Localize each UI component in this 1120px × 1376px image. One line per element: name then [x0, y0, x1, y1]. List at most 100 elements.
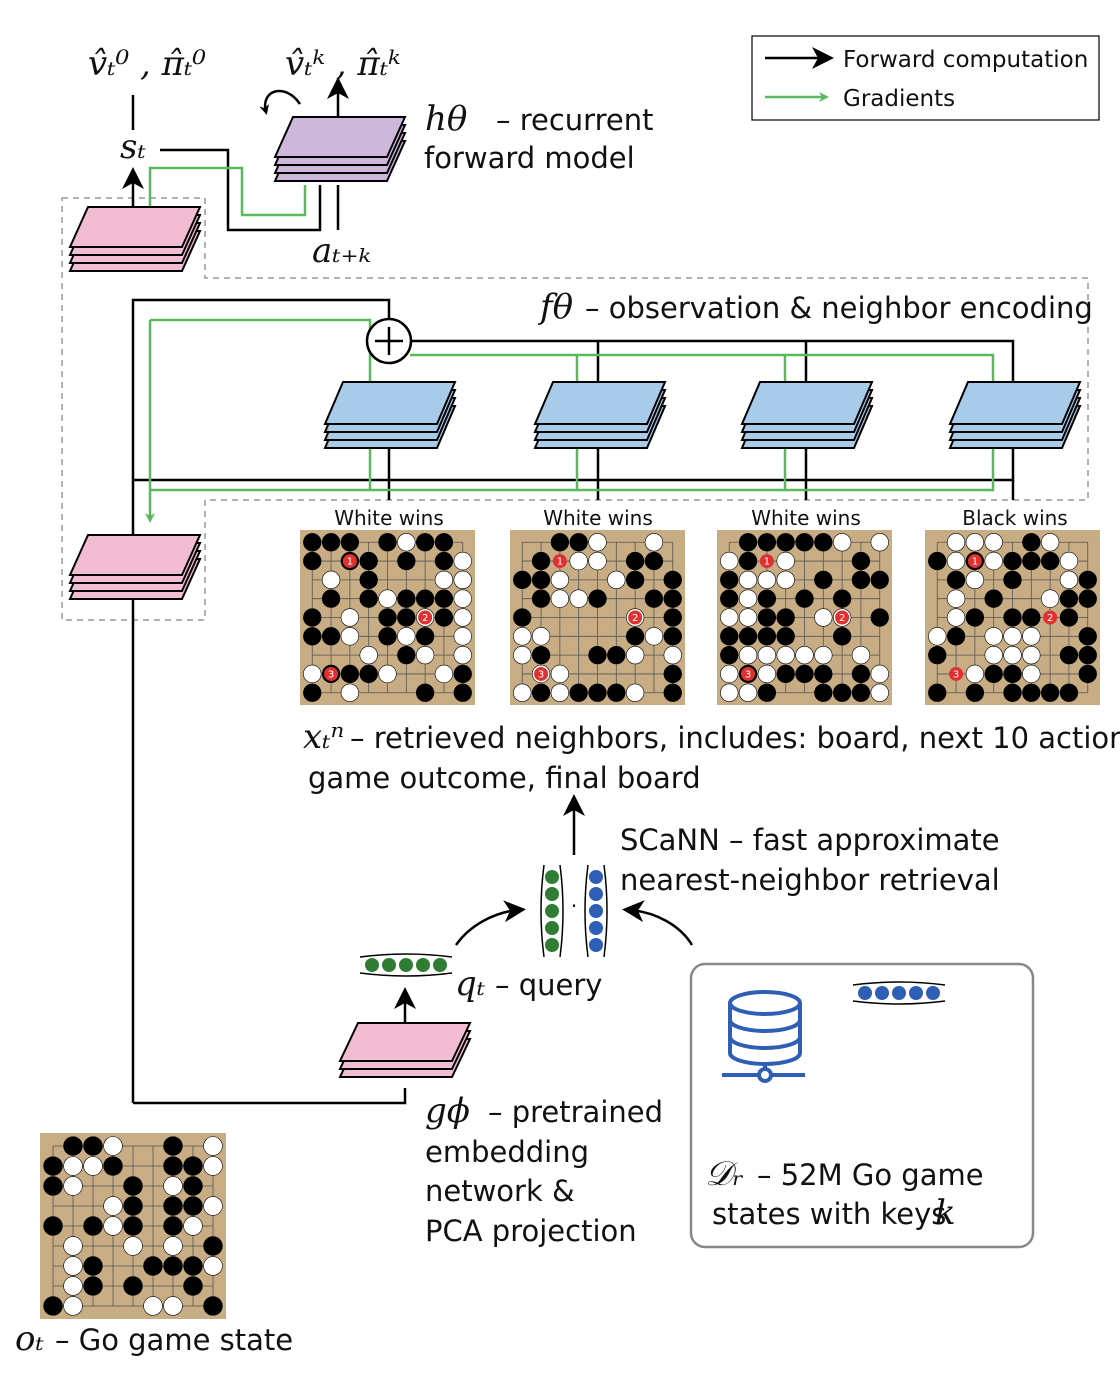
white-stone	[965, 570, 985, 590]
legend-forward-label: Forward computation	[843, 47, 1088, 73]
move-marker-number: 2	[422, 613, 428, 624]
white-stone	[163, 1176, 183, 1196]
white-stone	[513, 683, 532, 702]
state-stack-bottom	[68, 534, 202, 600]
black-stone	[757, 589, 777, 608]
black-stone	[832, 589, 852, 608]
black-stone	[663, 627, 682, 646]
layer	[68, 534, 202, 576]
black-stone	[720, 589, 739, 608]
white-stone	[183, 1216, 203, 1236]
black-stone	[434, 589, 454, 608]
white-stone	[340, 627, 360, 646]
white-stone	[103, 1196, 123, 1216]
black-stone	[1059, 683, 1079, 702]
neighbor-bottom-wire	[133, 445, 1015, 482]
black-stone	[163, 1136, 183, 1156]
white-stone	[453, 589, 472, 608]
black-stone	[757, 683, 777, 702]
recurrent-model-line1: – recurrent	[496, 103, 653, 137]
bracket	[603, 864, 608, 958]
black-stone	[588, 589, 607, 608]
layer	[323, 381, 457, 425]
black-stone	[163, 1256, 183, 1276]
black-stone	[163, 1156, 183, 1176]
black-stone	[795, 589, 814, 608]
white-stone	[63, 1236, 83, 1256]
black-stone	[607, 683, 626, 702]
black-stone	[625, 627, 645, 646]
black-stone	[123, 1196, 143, 1216]
layer	[948, 381, 1082, 425]
embedding-line3: network &	[425, 1174, 575, 1208]
neighbor-board-3: 1 2 3	[717, 530, 892, 705]
black-stone	[1022, 551, 1041, 571]
black-stone	[928, 683, 947, 702]
white-stone	[203, 1196, 223, 1216]
black-stone	[303, 551, 322, 571]
g-phi-symbol: gϕ	[425, 1091, 470, 1131]
black-stone	[851, 551, 871, 571]
white-stone	[83, 1156, 103, 1176]
layer	[68, 206, 202, 248]
layer	[273, 116, 407, 158]
white-stone	[738, 683, 758, 702]
vector-element	[589, 921, 603, 935]
query-symbol: qₜ	[455, 964, 486, 1004]
move-marker-number: 2	[632, 613, 638, 624]
black-stone	[832, 683, 852, 702]
black-stone	[1059, 645, 1079, 665]
black-stone	[1040, 683, 1060, 702]
vector-element	[545, 887, 559, 901]
neighbor-board-1: 1 2 3	[300, 530, 475, 705]
h-theta-symbol: hθ	[425, 99, 467, 139]
white-stone	[776, 570, 795, 590]
white-stone	[434, 570, 454, 590]
white-stone	[832, 533, 852, 552]
black-stone	[663, 683, 682, 702]
black-stone	[550, 533, 570, 552]
black-stone	[851, 683, 871, 702]
black-stone	[163, 1196, 183, 1216]
white-stone	[984, 551, 1003, 571]
black-stone	[397, 589, 416, 608]
white-stone	[946, 608, 966, 627]
black-stone	[776, 627, 795, 646]
black-stone	[795, 664, 814, 684]
database-line1: – 52M Go game	[757, 1158, 984, 1192]
move-marker-number: 3	[745, 669, 751, 680]
black-stone	[103, 1156, 123, 1176]
white-stone	[663, 645, 682, 665]
white-stone	[1022, 664, 1041, 684]
black-stone	[814, 664, 833, 684]
observation-board	[40, 1133, 226, 1319]
black-stone	[531, 570, 551, 590]
dot-operator: ·	[571, 894, 577, 918]
white-stone	[63, 1176, 83, 1196]
query-vector-scann	[540, 864, 564, 958]
black-stone	[569, 533, 588, 552]
key-symbol: k	[935, 1193, 956, 1233]
white-stone	[870, 683, 889, 702]
white-stone	[795, 645, 814, 665]
black-stone	[1022, 683, 1041, 702]
white-stone	[163, 1236, 183, 1256]
black-stone	[1078, 664, 1097, 684]
white-stone	[434, 664, 454, 684]
black-stone	[303, 627, 322, 646]
black-stone	[588, 683, 607, 702]
black-stone	[1003, 551, 1022, 571]
white-stone	[757, 664, 777, 684]
black-stone	[123, 1276, 143, 1296]
black-stone	[738, 533, 758, 552]
white-stone	[984, 627, 1003, 646]
neighbors-caption-line1: – retrieved neighbors, includes: board, …	[350, 721, 1120, 755]
black-stone	[123, 1216, 143, 1236]
white-stone	[1059, 551, 1079, 571]
white-stone	[644, 533, 664, 552]
layer	[338, 1022, 472, 1062]
vector-element	[892, 986, 906, 1000]
white-stone	[814, 608, 833, 627]
white-stone	[1003, 645, 1022, 665]
black-stone	[434, 608, 454, 627]
